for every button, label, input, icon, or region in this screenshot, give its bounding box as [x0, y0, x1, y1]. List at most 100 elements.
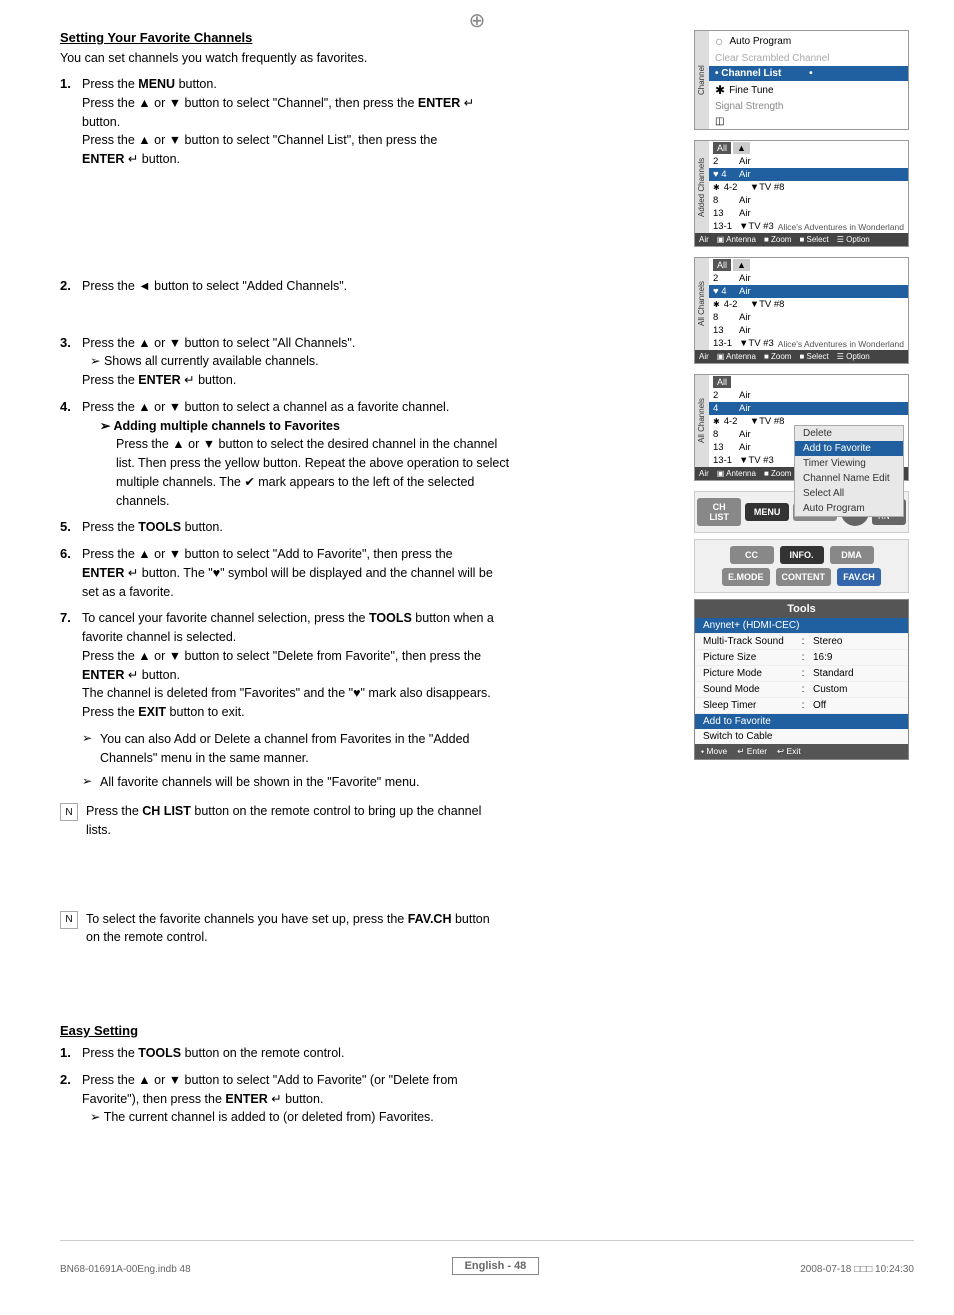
note-2: N To select the favorite channels you ha…	[60, 910, 674, 948]
menu-button[interactable]: MENU	[745, 503, 789, 521]
emode-button[interactable]: E.MODE	[722, 568, 770, 586]
step-3: 3. Press the ▲ or ▼ button to select "Al…	[60, 334, 674, 390]
note-1: N Press the CH LIST button on the remote…	[60, 802, 674, 840]
tools-row-sleep: Sleep Timer : Off	[695, 698, 908, 714]
tv-channel-list-2: All ▲ 2Air ♥ 4Air ✱ 4-2▼TV #8 8Air 13Air…	[709, 141, 908, 233]
tools-sound-val: Stereo	[813, 636, 842, 647]
ch-row: ♥ 4Air	[709, 168, 908, 181]
info-button[interactable]: INFO.	[780, 546, 824, 564]
step-5-content: Press the TOOLS button.	[82, 518, 674, 537]
tv-footer-2: Air▣ Antenna■ Zoom■ Select☰ Option	[695, 233, 908, 246]
tools-switch-cable-btn[interactable]: Switch to Cable	[695, 729, 908, 744]
tools-soundmode-val: Custom	[813, 684, 847, 695]
tools-popup-title: Tools	[695, 600, 908, 618]
easy-step-2: 2. Press the ▲ or ▼ button to select "Ad…	[60, 1071, 674, 1127]
ch-row: ✱ 4-2▼TV #8	[709, 181, 908, 194]
step-2-content: Press the ◄ button to select "Added Chan…	[82, 277, 674, 296]
step-4-content: Press the ▲ or ▼ button to select a chan…	[82, 398, 674, 511]
tools-popup-tv: Delete Add to Favorite Timer Viewing Cha…	[794, 425, 904, 517]
remote-bottom-rows: CC INFO. DMA E.MODE CONTENT FAV.CH	[694, 539, 909, 593]
tools-picmode-val: Standard	[813, 668, 854, 679]
section-title: Setting Your Favorite Channels	[60, 30, 674, 45]
remote-row-2: E.MODE CONTENT FAV.CH	[703, 568, 900, 586]
step-3-num: 3.	[60, 334, 82, 350]
ch-row: 13-1▼TV #3Alice's Adventures in Wonderla…	[709, 220, 908, 233]
easy-setting: Easy Setting 1. Press the TOOLS button o…	[60, 1023, 674, 1127]
left-column: Setting Your Favorite Channels You can s…	[60, 30, 694, 1135]
step-2: 2. Press the ◄ button to select "Added C…	[60, 277, 674, 296]
ch-row: 13-1▼TV #3Alice's Adventures in Wonderla…	[709, 337, 908, 350]
tv-screen-3: All Channels All ▲ 2Air ♥ 4Air ✱ 4-2▼TV …	[694, 257, 909, 364]
remote-row-1: CC INFO. DMA	[703, 546, 900, 564]
step-4: 4. Press the ▲ or ▼ button to select a c…	[60, 398, 674, 511]
cc-button[interactable]: CC	[730, 546, 774, 564]
bottom-right: 2008-07-18 □□□ 10:24:30	[800, 1264, 914, 1275]
easy-step-2-content: Press the ▲ or ▼ button to select "Add t…	[82, 1071, 674, 1127]
sub-note-1: ➢ You can also Add or Delete a channel f…	[82, 730, 674, 768]
tools-footer: ⬩ Move↵ Enter↩ Exit	[695, 744, 908, 759]
ch-row: 8Air	[709, 311, 908, 324]
step-7-content: To cancel your favorite channel selectio…	[82, 609, 674, 722]
easy-step-1-num: 1.	[60, 1044, 82, 1060]
content-button[interactable]: CONTENT	[776, 568, 832, 586]
ch-row: 13Air	[709, 207, 908, 220]
step-1-num: 1.	[60, 75, 82, 91]
tools-sleep-val: Off	[813, 700, 826, 711]
bottom-bar: BN68-01691A-00Eng.indb 48 English - 48 2…	[60, 1240, 914, 1275]
tools-row-picture-size: Picture Size : 16:9	[695, 650, 908, 666]
tv-screen-2: Added Channels All ▲ 2Air ♥ 4Air ✱ 4-2▼T…	[694, 140, 909, 247]
tools-row-sound: Multi-Track Sound : Stereo	[695, 634, 908, 650]
popup-auto-program: Auto Program	[795, 501, 903, 516]
main-content: Setting Your Favorite Channels You can s…	[60, 30, 914, 1135]
tv-screen-3-body: All Channels All ▲ 2Air ♥ 4Air ✱ 4-2▼TV …	[695, 258, 908, 350]
tv-footer-3: Air▣ Antenna■ Zoom■ Select☰ Option	[695, 350, 908, 363]
tools-picsize-label: Picture Size	[703, 652, 793, 663]
easy-step-1: 1. Press the TOOLS button on the remote …	[60, 1044, 674, 1063]
step-2-num: 2.	[60, 277, 82, 293]
step-5: 5. Press the TOOLS button.	[60, 518, 674, 537]
dma-button[interactable]: DMA	[830, 546, 874, 564]
easy-setting-title: Easy Setting	[60, 1023, 674, 1038]
tools-row-picture-mode: Picture Mode : Standard	[695, 666, 908, 682]
tools-picsize-val: 16:9	[813, 652, 832, 663]
easy-step-2-num: 2.	[60, 1071, 82, 1087]
popup-delete: Delete	[795, 426, 903, 441]
popup-name-edit: Channel Name Edit	[795, 471, 903, 486]
step-1-content: Press the MENU button. Press the ▲ or ▼ …	[82, 75, 674, 169]
tv-screen-4: All Channels All 2Air 4Air ✱ 4-2▼TV #8 8…	[694, 374, 909, 481]
popup-timer: Timer Viewing	[795, 456, 903, 471]
popup-add-favorite: Add to Favorite	[795, 441, 903, 456]
tv-side-label-3: All Channels	[695, 258, 709, 350]
ch-row: 13Air	[709, 324, 908, 337]
tools-row-sound-mode: Sound Mode : Custom	[695, 682, 908, 698]
page-number: English - 48	[452, 1257, 540, 1275]
ch-list-button[interactable]: CH LIST	[697, 498, 741, 526]
note-2-icon: N	[60, 911, 78, 929]
tools-sound-label: Multi-Track Sound	[703, 636, 793, 647]
ch-row: 8Air	[709, 194, 908, 207]
ch-row: ♥ 4Air	[709, 285, 908, 298]
ch-row: 2Air	[709, 155, 908, 168]
ch-row: 4Air	[709, 402, 908, 415]
tools-row-anynet: Anynet+ (HDMI-CEC)	[695, 618, 908, 634]
right-column: Channel ○ Auto Program Clear Scrambled C…	[694, 30, 914, 1135]
tools-add-fav-btn[interactable]: Add to Favorite	[695, 714, 908, 729]
bottom-left: BN68-01691A-00Eng.indb 48	[60, 1264, 191, 1275]
intro-text: You can set channels you watch frequentl…	[60, 51, 674, 65]
sub-note-2: ➢ All favorite channels will be shown in…	[82, 773, 674, 792]
tv-side-label-1: Channel	[695, 31, 709, 129]
tv-channel-list-3: All ▲ 2Air ♥ 4Air ✱ 4-2▼TV #8 8Air 13Air…	[709, 258, 908, 350]
step-7: 7. To cancel your favorite channel selec…	[60, 609, 674, 722]
note-1-text: Press the CH LIST button on the remote c…	[86, 802, 481, 840]
favch-button[interactable]: FAV.CH	[837, 568, 881, 586]
step-4-num: 4.	[60, 398, 82, 414]
tv-screen-1: Channel ○ Auto Program Clear Scrambled C…	[694, 30, 909, 130]
step-6-content: Press the ▲ or ▼ button to select "Add t…	[82, 545, 674, 601]
tools-picmode-label: Picture Mode	[703, 668, 793, 679]
tv-menu-list: ○ Auto Program Clear Scrambled Channel •…	[709, 31, 908, 129]
tools-popup: Tools Anynet+ (HDMI-CEC) Multi-Track Sou…	[694, 599, 909, 760]
ch-row: 2Air	[709, 389, 908, 402]
step-6: 6. Press the ▲ or ▼ button to select "Ad…	[60, 545, 674, 601]
tv-screen-1-body: Channel ○ Auto Program Clear Scrambled C…	[695, 31, 908, 129]
tv-side-label-2: Added Channels	[695, 141, 709, 233]
